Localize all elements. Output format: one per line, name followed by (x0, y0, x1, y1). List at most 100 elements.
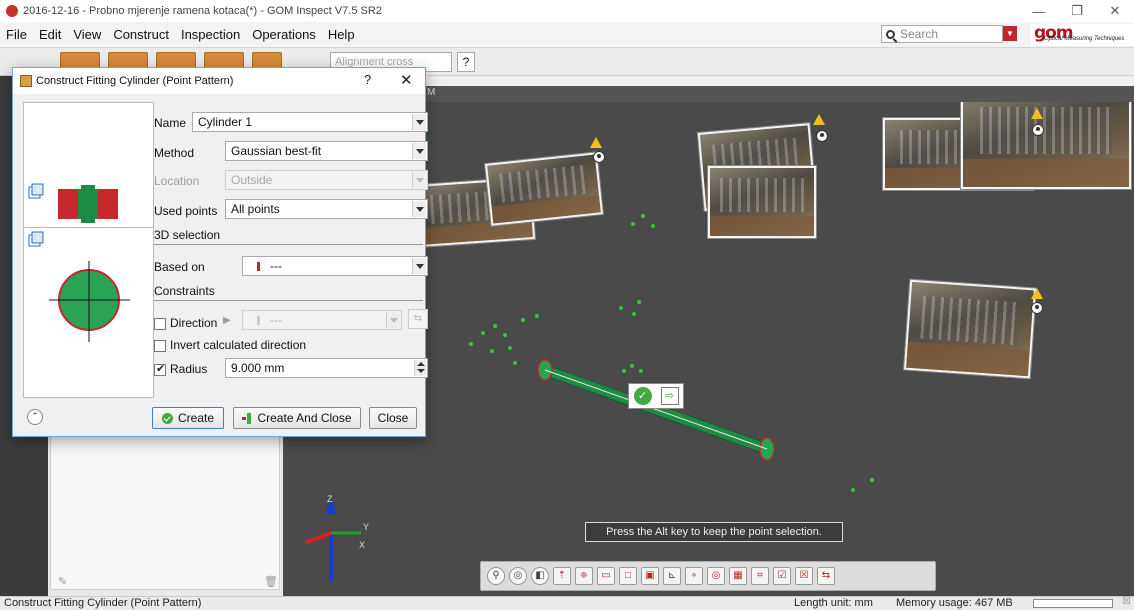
select-rectangle-icon[interactable]: □ (619, 567, 637, 585)
measurement-point[interactable] (490, 349, 494, 353)
based-on-value: --- (270, 259, 282, 273)
select-region-icon[interactable]: ▣ (641, 567, 659, 585)
create-and-close-button[interactable]: Create And Close (233, 407, 361, 429)
close-window-icon[interactable]: ✕ (1096, 0, 1134, 22)
menu-help[interactable]: Help (322, 27, 361, 42)
create-button[interactable]: Create (152, 407, 224, 429)
dialog-title-bar[interactable]: Construct Fitting Cylinder (Point Patter… (13, 68, 425, 94)
accept-widget[interactable]: ✓ ⇨ (628, 383, 684, 409)
cylinder-preview (23, 102, 154, 398)
name-combo[interactable]: Cylinder 1 (192, 112, 428, 132)
camera-frame[interactable] (904, 279, 1036, 379)
used-points-select[interactable]: All points (225, 199, 428, 219)
dialog-close-icon[interactable]: ✕ (400, 71, 413, 89)
select-mode-icon[interactable]: ⚲ (487, 567, 505, 585)
accept-check-icon[interactable]: ✓ (633, 387, 652, 405)
method-select[interactable]: Gaussian best-fit (225, 141, 428, 161)
edit-icon[interactable]: ✎ (58, 575, 67, 588)
frame-pin-icon[interactable] (1031, 302, 1043, 314)
warning-icon (813, 114, 825, 125)
trash-icon[interactable]: 🗑 (264, 575, 278, 588)
chevron-down-icon[interactable] (412, 143, 426, 159)
measurement-point[interactable] (622, 369, 626, 373)
measurement-point[interactable] (481, 331, 485, 335)
status-bar: Construct Fitting Cylinder (Point Patter… (0, 596, 1134, 610)
radius-checkbox[interactable] (154, 362, 166, 376)
search-icon (886, 29, 895, 39)
menu-view[interactable]: View (67, 27, 107, 42)
measurement-point[interactable] (619, 306, 623, 310)
camera-frame[interactable] (708, 166, 816, 238)
measurement-point[interactable] (513, 361, 517, 365)
minimize-icon[interactable]: — (1020, 0, 1058, 22)
progress-bar (1033, 599, 1113, 608)
select-polyline-icon[interactable]: ⊾ (663, 567, 681, 585)
maximize-icon[interactable]: ❐ (1058, 0, 1096, 22)
deselect-grid-icon[interactable]: ⌗ (751, 567, 769, 585)
measurement-point[interactable] (641, 214, 645, 218)
frame-pin-icon[interactable] (816, 130, 828, 142)
measurement-point[interactable] (521, 318, 525, 322)
chevron-down-icon[interactable] (412, 114, 426, 130)
select-grid-icon[interactable]: ▦ (729, 567, 747, 585)
measurement-point[interactable] (637, 300, 641, 304)
swap-direction-button: ⇆ (408, 309, 428, 329)
help-button[interactable]: ? (457, 52, 475, 72)
frame-pin-icon[interactable] (593, 151, 605, 163)
based-on-select[interactable]: --- (242, 256, 428, 276)
fitted-cylinder[interactable] (536, 359, 775, 461)
measurement-point[interactable] (631, 222, 635, 226)
measurement-point[interactable] (508, 346, 512, 350)
measurement-point[interactable] (870, 478, 874, 482)
invert-selection-icon[interactable]: ⇆ (817, 567, 835, 585)
collapse-icon[interactable]: ⌃ (27, 409, 43, 425)
radius-spinner[interactable] (414, 360, 426, 376)
search-placeholder: Search (900, 27, 939, 41)
menu-construct[interactable]: Construct (107, 27, 175, 42)
select-surface-icon[interactable]: ◎ (509, 567, 527, 585)
apply-and-close-icon[interactable]: ⇨ (660, 387, 679, 405)
select-above-plane-icon[interactable]: ⇡ (553, 567, 571, 585)
measurement-point[interactable] (630, 364, 634, 368)
select-points-icon[interactable]: ∘ (685, 567, 703, 585)
select-patch-icon[interactable]: ▭ (597, 567, 615, 585)
measurement-point[interactable] (493, 324, 497, 328)
location-label: Location (154, 174, 200, 188)
invert-direction-checkbox[interactable] (154, 340, 166, 352)
measurement-point[interactable] (639, 369, 643, 373)
direction-checkbox[interactable] (154, 318, 166, 330)
axis-tripod: Z Y X (304, 494, 369, 581)
app-icon (6, 5, 18, 17)
chevron-down-icon[interactable] (412, 201, 426, 217)
measurement-point[interactable] (535, 314, 539, 318)
chevron-down-icon[interactable] (412, 258, 426, 274)
menu-edit[interactable]: Edit (33, 27, 67, 42)
frame-pin-icon[interactable] (1032, 124, 1044, 136)
measurement-point[interactable] (469, 342, 473, 346)
search-input[interactable]: Search (881, 25, 1003, 43)
svg-text:Z: Z (327, 494, 333, 504)
camera-frame[interactable] (961, 91, 1131, 189)
menu-operations[interactable]: Operations (246, 27, 322, 42)
select-between-planes-icon[interactable]: ≑ (575, 567, 593, 585)
select-all-icon[interactable]: ☑ (773, 567, 791, 585)
radius-input[interactable]: 9.000 mm (225, 358, 428, 378)
close-button[interactable]: Close (369, 407, 417, 429)
search-dropdown-button[interactable]: ▼ (1003, 26, 1017, 41)
camera-frame[interactable] (485, 152, 603, 226)
measurement-point[interactable] (503, 333, 507, 337)
menu-inspection[interactable]: Inspection (175, 27, 246, 42)
select-circle-icon[interactable]: ◎ (707, 567, 725, 585)
measurement-point[interactable] (851, 488, 855, 492)
menu-file[interactable]: File (0, 27, 33, 42)
menu-bar: File Edit View Construct Inspection Oper… (0, 22, 1134, 48)
warning-icon (590, 137, 602, 148)
logo-tagline: Optical Measuring Techniques (1044, 36, 1125, 42)
measurement-point[interactable] (632, 312, 636, 316)
measurement-point[interactable] (651, 224, 655, 228)
deselect-all-icon[interactable]: ☒ (795, 567, 813, 585)
dialog-help-button[interactable]: ? (364, 72, 371, 87)
cancel-progress-icon[interactable]: ☒ (1122, 596, 1131, 607)
dialog-icon (20, 75, 32, 87)
select-through-icon[interactable]: ◧ (531, 567, 549, 585)
